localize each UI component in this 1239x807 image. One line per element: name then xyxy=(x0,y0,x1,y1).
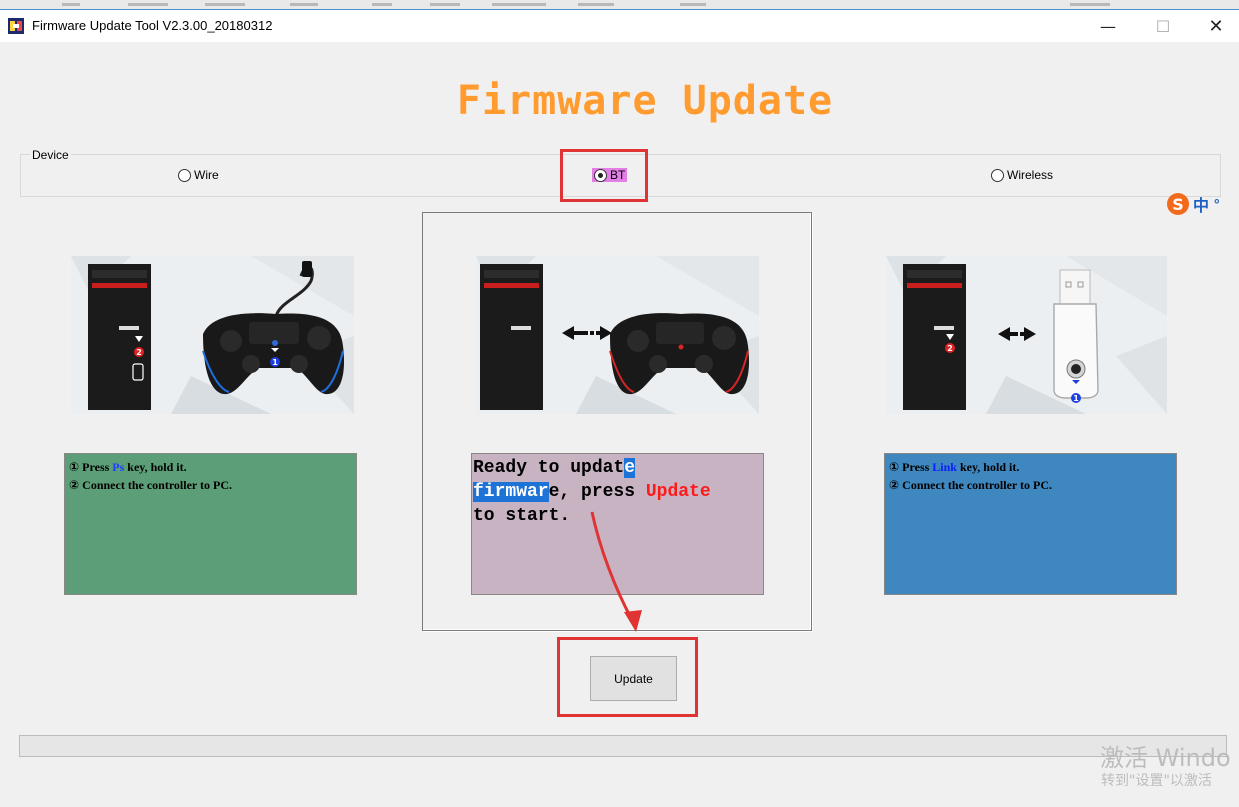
wireless-illustration: 2 1 xyxy=(886,256,1167,414)
wire-illustration: 2 1 xyxy=(71,256,354,414)
radio-wireless-indicator[interactable] xyxy=(991,168,1004,182)
ime-indicator[interactable]: S 中 ° xyxy=(1167,192,1239,216)
wireless-step-1-label: 1 xyxy=(1073,394,1079,403)
update-highlight-annotation xyxy=(557,637,698,717)
ime-punct-icon: ° xyxy=(1214,196,1220,212)
radio-wireless[interactable]: Wireless xyxy=(991,168,1053,182)
radio-wire[interactable]: Wire xyxy=(178,168,219,182)
progress-bar xyxy=(19,735,1227,757)
title-bar: Firmware Update Tool V2.3.00_20180312 — … xyxy=(0,10,1239,42)
page-title: Firmware Update xyxy=(456,78,834,124)
bt-illustration xyxy=(476,256,759,414)
radio-wire-indicator[interactable] xyxy=(178,168,191,182)
wire-instructions: ① Press Ps key, hold it. ② Connect the c… xyxy=(64,453,357,595)
wireless-step-2-label: 2 xyxy=(947,344,953,353)
minimize-button[interactable]: — xyxy=(1085,10,1131,42)
close-button[interactable]: ✕ xyxy=(1193,10,1239,42)
wire-step-2-label: 2 xyxy=(136,348,142,357)
activation-watermark-title: 激活 Windo xyxy=(1100,744,1231,772)
bt-highlight-annotation xyxy=(560,149,648,202)
radio-wireless-label: Wireless xyxy=(1007,168,1054,182)
device-group-legend: Device xyxy=(30,148,71,162)
ime-mode-label: 中 xyxy=(1193,196,1210,215)
firmware-update-window: Firmware Update Tool V2.3.00_20180312 — … xyxy=(0,0,1239,807)
annotation-arrow xyxy=(590,511,642,632)
wireless-instruction-line-1: ① Press Link key, hold it. xyxy=(889,460,1020,474)
maximize-button[interactable]: ☐ xyxy=(1140,10,1186,42)
sogou-icon: S xyxy=(1167,193,1189,215)
wire-step-1-label: 1 xyxy=(272,358,278,367)
wireless-instructions: ① Press Link key, hold it. ② Connect the… xyxy=(884,453,1177,595)
app-icon xyxy=(8,18,24,34)
background-window-strip xyxy=(0,0,1239,10)
window-title: Firmware Update Tool V2.3.00_20180312 xyxy=(32,18,273,33)
wire-instruction-line-1: ① Press Ps key, hold it. xyxy=(69,460,187,474)
radio-wire-label: Wire xyxy=(194,168,219,182)
wire-instruction-line-2: ② Connect the controller to PC. xyxy=(69,478,233,492)
activation-watermark-hint: 转到"设置"以激活 xyxy=(1101,773,1212,789)
wireless-instruction-line-2: ② Connect the controller to PC. xyxy=(889,478,1053,492)
